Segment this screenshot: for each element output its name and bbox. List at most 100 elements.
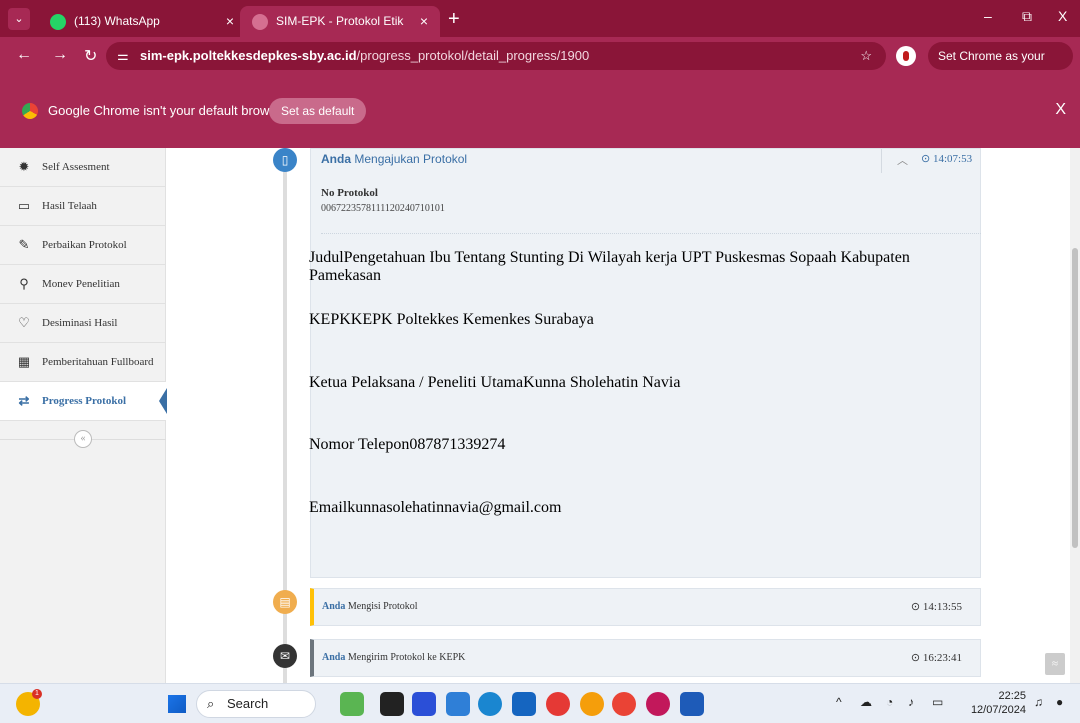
reload-icon[interactable]: ↻: [84, 46, 97, 66]
field-item: JudulPengetahuan Ibu Tentang Stunting Di…: [309, 249, 978, 299]
app-icon[interactable]: [340, 692, 364, 716]
badge-icon: ✹: [18, 159, 30, 174]
back-icon[interactable]: ←: [16, 46, 32, 64]
field-value: KEPK Poltekkes Kemenkes Surabaya: [350, 311, 594, 328]
tab-whatsapp[interactable]: (113) WhatsApp ×: [38, 6, 246, 37]
word-icon[interactable]: [680, 692, 704, 716]
opera-icon[interactable]: [546, 692, 570, 716]
default-browser-infobar: Google Chrome isn't your default browser…: [0, 75, 1080, 148]
url-path: /progress_protokol/detail_progress/1900: [356, 48, 590, 63]
sidebar-item-pemberitahuan-fullboard[interactable]: ▦ Pemberitahuan Fullboard: [0, 343, 166, 382]
collapse-sidebar-button[interactable]: «: [74, 430, 92, 448]
field-label: Nomor Telepon: [309, 436, 410, 453]
wifi-icon[interactable]: ◔: [886, 695, 893, 709]
search-icon: ⌕: [207, 696, 215, 711]
field-label: Ketua Pelaksana / Peneliti Utama: [309, 374, 524, 391]
chrome-profile-icon[interactable]: [646, 692, 670, 716]
weather-widget-icon[interactable]: 1: [16, 689, 42, 716]
infobar-message: Google Chrome isn't your default browser: [48, 103, 288, 118]
timestamp: ⊙ 14:13:55: [910, 601, 962, 613]
windows-start-icon[interactable]: [168, 695, 186, 713]
envelope-icon: ✉: [273, 644, 297, 668]
url-host: sim-epk.poltekkesdepkes-sby.ac.id: [140, 48, 357, 63]
tab-search-button[interactable]: ⌄: [8, 8, 30, 30]
restore-button[interactable]: ⧉: [1022, 8, 1032, 25]
minimize-button[interactable]: –: [984, 8, 992, 24]
tray-overflow-icon[interactable]: ^: [836, 695, 842, 709]
sidebar-item-label: Perbaikan Protokol: [42, 239, 127, 251]
sidebar: ✹ Self Assesment ▭ Hasil Telaah ✎ Perbai…: [0, 148, 167, 683]
field-label: Judul: [309, 249, 344, 266]
field-label: No Protokol: [321, 187, 378, 199]
scrollbar-thumb[interactable]: [1072, 248, 1078, 548]
close-tab-icon[interactable]: ×: [420, 6, 428, 37]
set-chrome-default-chip[interactable]: Set Chrome as your default ⋮: [928, 42, 1073, 91]
close-tab-icon[interactable]: ×: [226, 6, 234, 37]
browser-tab-bar: ⌄ (113) WhatsApp × SIM-EPK - Protokol Et…: [0, 0, 1080, 59]
cloud-icon[interactable]: ☁: [860, 695, 872, 709]
field-item: Emailkunnasolehatinnavia@gmail.com: [309, 499, 978, 549]
notification-bell-icon[interactable]: ♫: [1034, 695, 1043, 709]
field-item: KEPKKEPK Poltekkes Kemenkes Surabaya: [309, 311, 978, 361]
divider: [321, 233, 981, 234]
chrome-icon[interactable]: [612, 692, 636, 716]
collapse-chevron-icon[interactable]: ︿: [897, 152, 908, 168]
field-value: kunnasolehatinnavia@gmail.com: [347, 499, 562, 516]
volume-icon[interactable]: ♪: [908, 695, 914, 709]
clock-date: 12/07/2024: [970, 704, 1026, 716]
infobar-close-icon[interactable]: X: [1055, 101, 1066, 119]
edge-icon[interactable]: [478, 692, 502, 716]
monitor-icon: ▭: [17, 198, 31, 213]
clock[interactable]: 22:25 12/07/2024: [964, 689, 1026, 717]
page-content: ✹ Self Assesment ▭ Hasil Telaah ✎ Perbai…: [0, 148, 1080, 683]
bookmark-star-icon[interactable]: ☆: [860, 42, 872, 70]
sidebar-collapse: «: [0, 430, 166, 448]
sidebar-item-monev-penelitian[interactable]: ⚲ Monev Penelitian: [0, 265, 166, 304]
mail-icon[interactable]: [512, 692, 536, 716]
page-scrollbar[interactable]: [1070, 148, 1080, 683]
tab-sim-epk[interactable]: SIM-EPK - Protokol Etik Peneliti ×: [240, 6, 440, 59]
address-toolbar: ← → ↻ ⚌ sim-epk.poltekkesdepkes-sby.ac.i…: [0, 37, 1080, 91]
divider: [881, 149, 882, 173]
site-favicon-icon: [252, 14, 268, 30]
desktop-icon[interactable]: [446, 692, 470, 716]
clock-time: 22:25: [998, 690, 1026, 702]
profile-avatar[interactable]: [896, 46, 916, 66]
field-label: Email: [309, 499, 348, 516]
forward-icon[interactable]: →: [52, 46, 68, 64]
sidebar-item-hasil-telaah[interactable]: ▭ Hasil Telaah: [0, 187, 166, 226]
whatsapp-icon: [50, 14, 66, 30]
url-bar[interactable]: ⚌ sim-epk.poltekkesdepkes-sby.ac.id/prog…: [106, 42, 886, 70]
pin-icon: ⚲: [19, 276, 29, 291]
file-app-icon[interactable]: [380, 692, 404, 716]
copilot-icon[interactable]: [412, 692, 436, 716]
app-tray-icon[interactable]: ●: [1056, 695, 1063, 709]
field-value: 087871339274: [409, 436, 506, 453]
scroll-to-top-button[interactable]: ≈: [1045, 653, 1065, 675]
sidebar-item-self-assesment[interactable]: ✹ Self Assesment: [0, 148, 166, 187]
new-tab-button[interactable]: +: [448, 7, 460, 31]
form-icon: ▤: [273, 590, 297, 614]
timestamp: ⊙ 14:07:53: [921, 153, 973, 165]
sidebar-item-label: Progress Protokol: [42, 395, 127, 407]
chrome-icon: [22, 103, 38, 119]
battery-icon[interactable]: ▭: [932, 695, 943, 709]
set-as-default-button[interactable]: Set as default: [269, 98, 367, 124]
taskbar-search[interactable]: ⌕ Search: [196, 690, 316, 718]
app-icon[interactable]: [580, 692, 604, 716]
sidebar-item-perbaikan-protokol[interactable]: ✎ Perbaikan Protokol: [0, 226, 166, 265]
timeline-entry-fill-protocol: Anda Mengisi Protokol ⊙ 14:13:55: [310, 588, 981, 626]
site-info-icon[interactable]: ⚌: [117, 42, 129, 70]
lightbulb-icon: ♡: [18, 315, 30, 330]
timeline-entry-submit-protocol: Anda Mengajukan Protokol ︿ ⊙ 14:07:53 No…: [309, 148, 981, 578]
grid-icon: ▦: [17, 354, 31, 369]
field-item: Nomor Telepon087871339274: [309, 436, 978, 486]
field-label: KEPK: [309, 311, 351, 328]
close-window-button[interactable]: X: [1058, 8, 1067, 24]
timestamp: ⊙ 16:23:41: [910, 652, 962, 664]
field-value: 006722357811112024071010​1: [321, 203, 445, 214]
timeline-entry-send-protocol: Anda Mengirim Protokol ke KEPK ⊙ 16:23:4…: [310, 639, 981, 677]
field-value: Kunna Sholehatin Navia: [523, 374, 681, 391]
sidebar-item-desiminasi-hasil[interactable]: ♡ Desiminasi Hasil: [0, 304, 166, 343]
sidebar-item-progress-protokol[interactable]: ⇄ Progress Protokol: [0, 382, 167, 421]
